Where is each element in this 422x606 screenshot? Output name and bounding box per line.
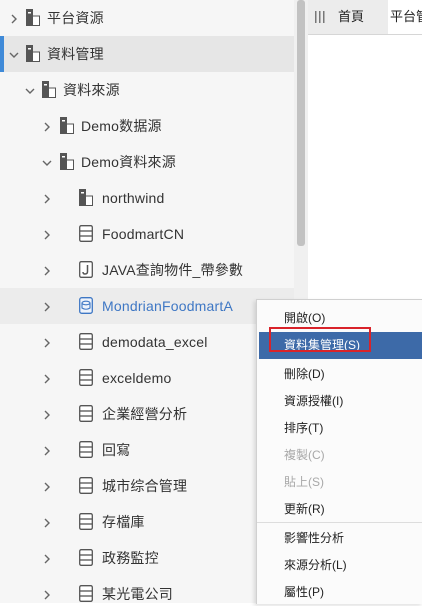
menu-item-sort[interactable]: 排序(T) — [257, 415, 422, 442]
database-icon — [79, 405, 93, 422]
tree-node[interactable]: 城市综合管理 — [0, 468, 294, 504]
folder-doc-icon — [26, 9, 40, 26]
tree-node-label: 資料管理 — [47, 46, 104, 62]
menu-item-delete[interactable]: 刪除(D) — [257, 361, 422, 388]
tree-node[interactable]: 企業經營分析 — [0, 396, 294, 432]
tree-node-label: 存檔庫 — [102, 514, 145, 530]
folder-doc-icon — [26, 45, 40, 62]
tree-node[interactable]: 回寫 — [0, 432, 294, 468]
chevron-right-icon[interactable] — [41, 336, 53, 348]
chevron-right-icon[interactable] — [8, 12, 20, 24]
chevron-right-icon[interactable] — [41, 444, 53, 456]
menu-separator — [257, 522, 422, 523]
tree-node-label: 企業經營分析 — [102, 406, 188, 422]
scrollbar-thumb[interactable] — [297, 0, 305, 246]
menu-item-paste: 貼上(S) — [284, 475, 324, 489]
tree-node-label: 平台資源 — [47, 10, 104, 26]
database-icon — [79, 513, 93, 530]
chevron-right-icon[interactable] — [41, 552, 53, 564]
tab-home[interactable]: 首頁 — [338, 0, 364, 34]
folder-doc-icon — [60, 117, 74, 134]
database-icon — [79, 441, 93, 458]
chevron-right-icon[interactable] — [41, 264, 53, 276]
menu-item-resource-authorization[interactable]: 資源授權(I) — [257, 388, 422, 415]
chevron-right-icon[interactable] — [41, 408, 53, 420]
chevron-right-icon[interactable] — [41, 372, 53, 384]
tree-node-label: MondrianFoodmartA — [102, 298, 234, 314]
tree-node-label: Demo資料來源 — [81, 154, 176, 170]
tree-node[interactable]: 資料管理 — [0, 36, 294, 72]
menu-item-properties[interactable]: 屬性(P) — [257, 579, 422, 606]
chevron-right-icon[interactable] — [41, 228, 53, 240]
database-icon — [79, 333, 93, 350]
database-icon — [79, 369, 93, 386]
chevron-down-icon[interactable] — [24, 84, 36, 96]
context-menu: 開啟(O) 資料集管理(S) 刪除(D) 資源授權(I) 排序(T) 複製(C) 貼上(S)… — [256, 299, 422, 604]
tree-node-label: demodata_excel — [102, 334, 208, 350]
tree-node-label: northwind — [102, 190, 165, 206]
tab-platform-management[interactable]: 平台管 — [388, 0, 422, 34]
menu-item-refresh[interactable]: 更新(R) — [257, 496, 422, 523]
chevron-down-icon[interactable] — [8, 48, 20, 60]
tree-node[interactable]: Demo数据源 — [0, 108, 294, 144]
tree-node-label: 資料來源 — [63, 82, 120, 98]
folder-doc-icon — [42, 81, 56, 98]
folder-doc-icon — [60, 153, 74, 170]
chevron-down-icon[interactable] — [41, 156, 53, 168]
menu-item-dataset-management[interactable]: 資料集管理(S) — [259, 332, 422, 359]
tree-node-label: 政務監控 — [102, 550, 159, 566]
database-icon — [79, 585, 93, 602]
menu-item-open[interactable]: 開啟(O) — [257, 305, 422, 332]
chevron-right-icon[interactable] — [41, 516, 53, 528]
tree-node-label: exceldemo — [102, 370, 172, 386]
cube-icon — [79, 297, 93, 314]
menu-item-impact-analysis[interactable]: 影響性分析 — [257, 525, 422, 552]
chevron-right-icon[interactable] — [41, 192, 53, 204]
database-icon — [79, 549, 93, 566]
tab-list-icon[interactable] — [314, 10, 326, 24]
tree-node-label: Demo数据源 — [81, 118, 162, 134]
database-icon — [79, 225, 93, 242]
database-icon — [79, 477, 93, 494]
chevron-right-icon[interactable] — [41, 120, 53, 132]
menu-item-copy: 複製(C) — [284, 448, 325, 462]
chevron-right-icon[interactable] — [41, 588, 53, 600]
tree-node-label: 城市综合管理 — [102, 478, 188, 494]
resource-tree: 平台資源資料管理資料來源 Demo数据源 Demo資料來源 northwind Food… — [0, 0, 294, 603]
tree-node[interactable]: 資料來源 — [0, 72, 294, 108]
chevron-right-icon[interactable] — [41, 480, 53, 492]
tree-node[interactable]: 存檔庫 — [0, 504, 294, 540]
tree-node[interactable]: 平台資源 — [0, 0, 294, 36]
tree-node[interactable]: northwind — [0, 180, 294, 216]
tree-node-label: JAVA查詢物件_帶參數 — [102, 262, 244, 278]
menu-item-source-analysis[interactable]: 來源分析(L) — [257, 552, 422, 579]
tree-node[interactable]: FoodmartCN — [0, 216, 294, 252]
tree-node[interactable]: 政務監控 — [0, 540, 294, 576]
tab-bar: 首頁 平台管 — [308, 0, 422, 35]
tree-node[interactable]: 某光電公司 — [0, 576, 294, 603]
tree-node[interactable]: MondrianFoodmartA — [0, 288, 294, 324]
tree-node-label: FoodmartCN — [102, 226, 185, 242]
tree-node[interactable]: exceldemo — [0, 360, 294, 396]
selection-indicator — [0, 36, 4, 72]
tree-node-label: 回寫 — [102, 442, 131, 458]
chevron-right-icon[interactable] — [41, 300, 53, 312]
java-object-icon — [79, 261, 93, 278]
folder-doc-icon — [79, 189, 93, 206]
tree-node[interactable]: JAVA查詢物件_帶參數 — [0, 252, 294, 288]
tree-node[interactable]: demodata_excel — [0, 324, 294, 360]
tree-node-label: 某光電公司 — [102, 586, 173, 602]
tree-node[interactable]: Demo資料來源 — [0, 144, 294, 180]
